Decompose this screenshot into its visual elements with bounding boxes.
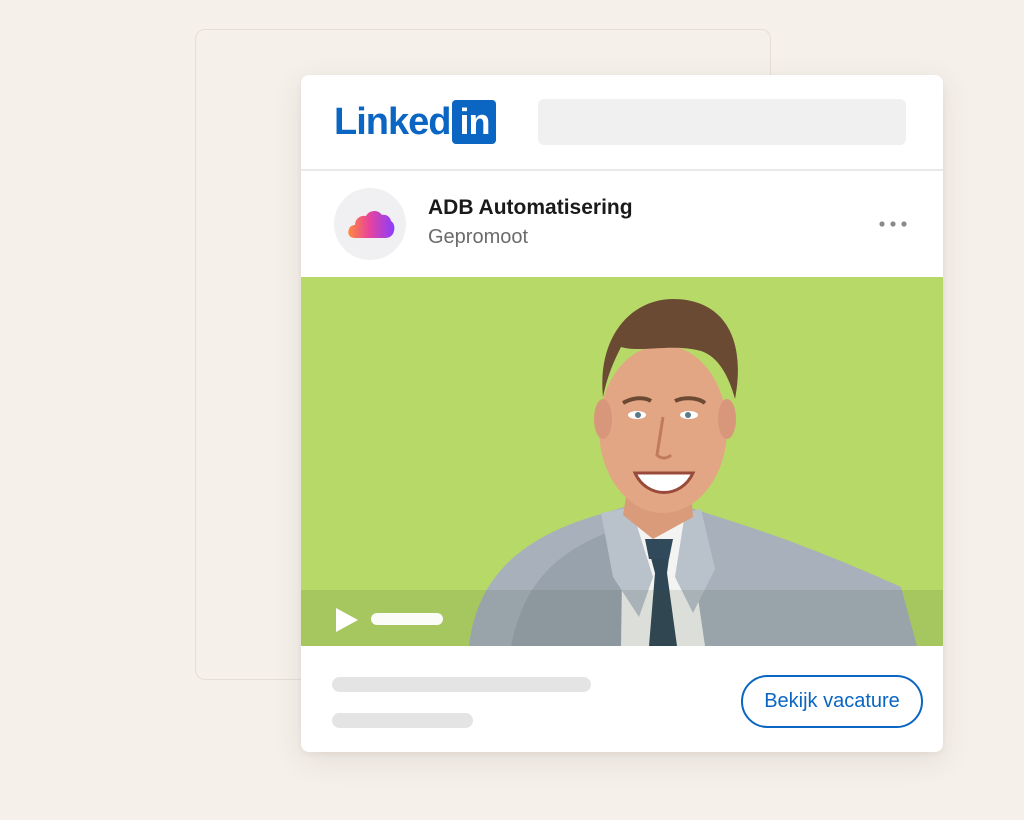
search-input[interactable]	[538, 99, 906, 145]
logo-wordmark: Linked	[334, 101, 451, 143]
company-avatar[interactable]	[334, 188, 406, 260]
linkedin-logo[interactable]: Linked in	[334, 99, 497, 145]
cloud-icon	[348, 210, 395, 238]
more-horizontal-icon[interactable]	[878, 219, 908, 229]
placeholder-line	[332, 713, 473, 728]
post-header: ADB Automatisering Gepromoot	[301, 171, 943, 277]
logo-badge: in	[452, 100, 497, 144]
play-icon[interactable]	[334, 606, 360, 634]
video-controls	[301, 590, 943, 646]
top-bar: Linked in	[301, 75, 943, 171]
promoted-label: Gepromoot	[428, 226, 529, 248]
sponsored-post-card: Linked in ADB Automatisering Gepromoot B…	[301, 75, 943, 752]
post-video[interactable]	[301, 277, 943, 646]
company-name[interactable]: ADB Automatisering	[428, 196, 633, 220]
video-progress-bar[interactable]	[371, 613, 443, 625]
view-vacancy-button[interactable]: Bekijk vacature	[741, 675, 923, 728]
placeholder-line	[332, 677, 591, 692]
